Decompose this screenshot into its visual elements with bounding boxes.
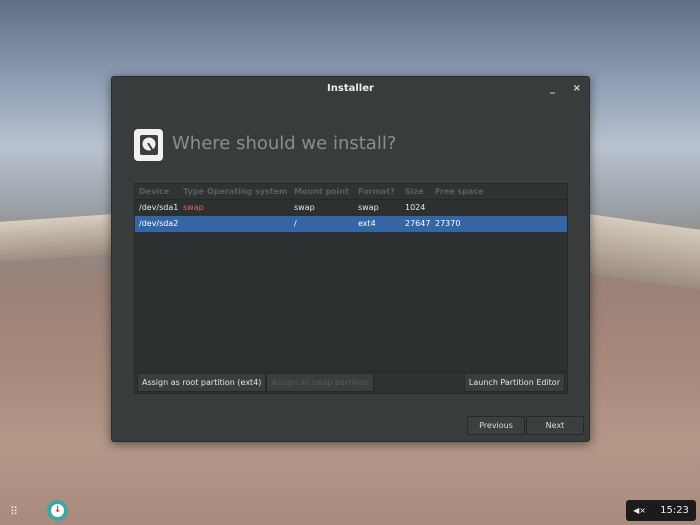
clock[interactable]: 15:23 <box>660 505 689 516</box>
wallpaper-boardwalk-left <box>0 214 112 262</box>
format-cell: ext4 <box>358 219 376 228</box>
download-icon: ↓ <box>51 504 64 517</box>
table-row-selected[interactable]: /dev/sda2 / ext4 27647 27370 <box>135 216 567 232</box>
free-space-cell: 27370 <box>435 219 461 228</box>
device-cell: /dev/sda2 <box>139 219 179 228</box>
system-tray: ◀× 15:23 <box>626 500 696 521</box>
column-header[interactable]: Size <box>405 184 435 199</box>
page-title: Where should we install? <box>172 133 397 154</box>
launch-partition-editor-button[interactable]: Launch Partition Editor <box>463 373 565 392</box>
free-space-cell <box>435 200 495 216</box>
title-bar[interactable]: Installer _ × <box>112 77 589 101</box>
format-cell: swap <box>358 203 379 212</box>
table-row[interactable]: /dev/sda1 swap swap swap 1024 <box>135 200 567 216</box>
window-title: Installer <box>327 83 374 94</box>
column-header[interactable]: Format? <box>358 184 405 199</box>
os-cell <box>207 216 294 232</box>
minimize-button[interactable]: _ <box>550 77 555 101</box>
column-header[interactable]: Type <box>183 184 207 199</box>
wallpaper-boardwalk-right <box>590 214 700 290</box>
disk-icon <box>134 129 163 161</box>
device-cell: /dev/sda1 <box>139 203 179 212</box>
size-cell: 1024 <box>405 203 426 212</box>
mount-cell: swap <box>294 203 315 212</box>
apps-grid-icon[interactable]: ⠿ <box>10 505 18 518</box>
mount-cell: / <box>294 219 297 228</box>
previous-button[interactable]: Previous <box>467 416 525 435</box>
installer-window: Installer _ × Where should we install? D… <box>111 76 590 442</box>
close-button[interactable]: × <box>573 77 581 101</box>
column-header[interactable]: Operating system <box>207 184 294 199</box>
type-cell <box>183 216 207 232</box>
column-header[interactable]: Free space <box>435 184 495 199</box>
column-header[interactable]: Mount point <box>294 184 358 199</box>
next-button[interactable]: Next <box>526 416 584 435</box>
size-cell: 27647 <box>405 219 431 228</box>
assign-root-button[interactable]: Assign as root partition (ext4) <box>137 373 267 392</box>
assign-swap-button[interactable]: Assign as swap partition <box>266 373 374 392</box>
os-cell <box>207 200 294 216</box>
partition-table: Device Type Operating system Mount point… <box>134 183 568 394</box>
installer-taskbar-icon[interactable]: ↓ <box>47 500 68 521</box>
column-header[interactable]: Device <box>135 184 183 199</box>
partition-actions: Assign as root partition (ext4) Assign a… <box>135 371 567 393</box>
table-header: Device Type Operating system Mount point… <box>135 184 567 200</box>
volume-muted-icon[interactable]: ◀× <box>633 506 646 515</box>
type-cell: swap <box>183 203 204 212</box>
